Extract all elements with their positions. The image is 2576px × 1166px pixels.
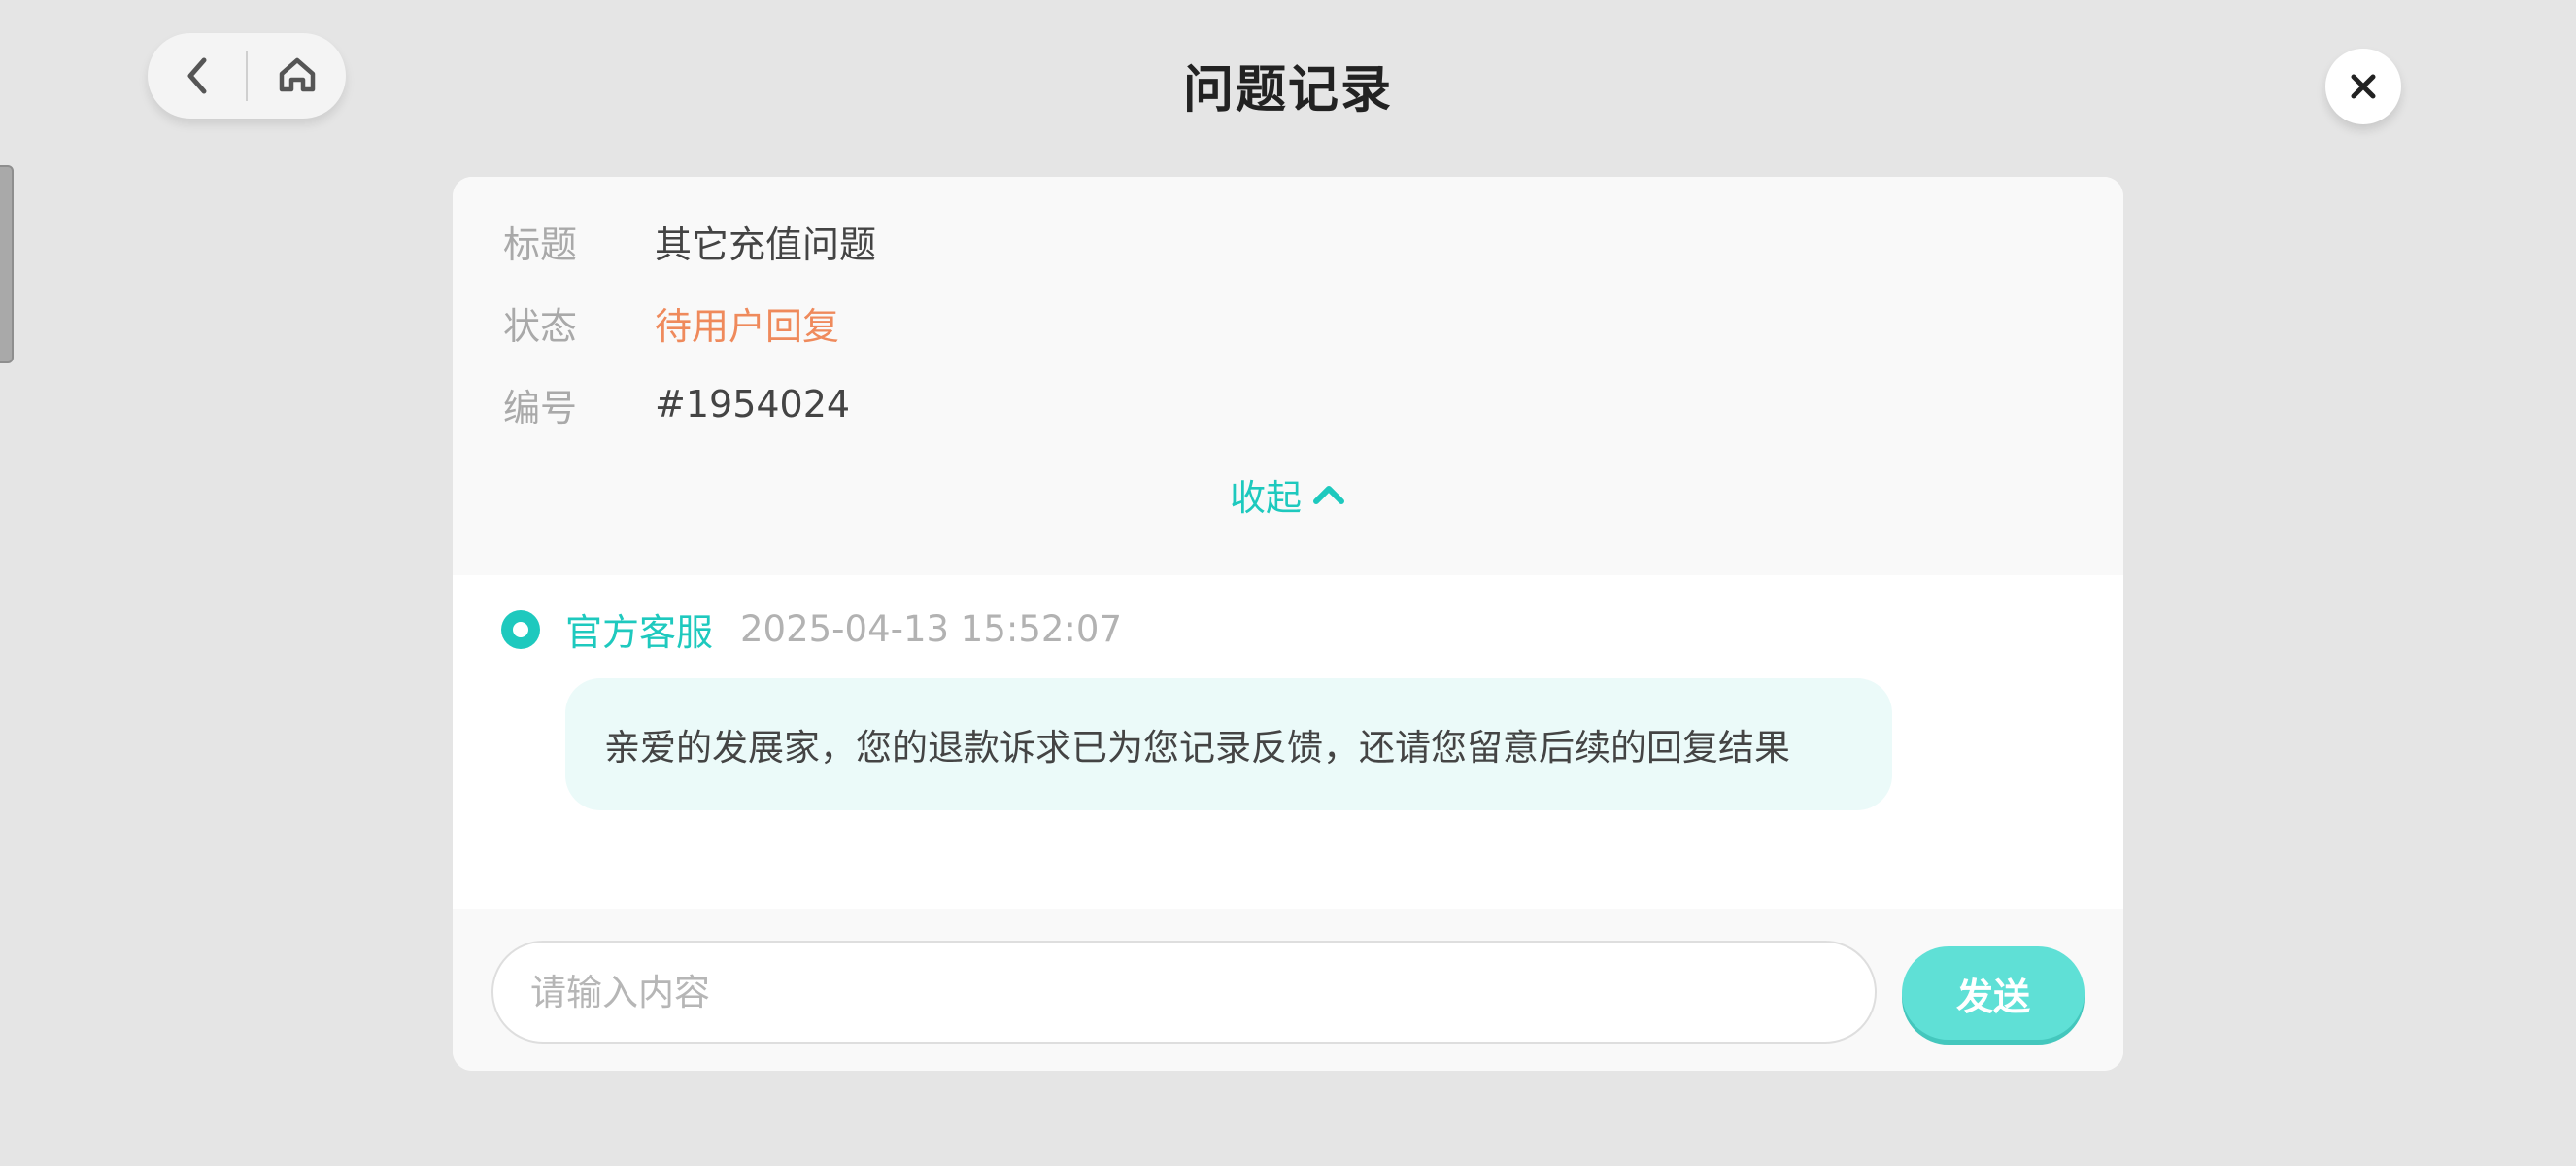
collapse-toggle[interactable]: 收起 bbox=[453, 468, 2123, 521]
info-row-number: 编号 #1954024 bbox=[503, 375, 850, 433]
issue-record-card: 标题 其它充值问题 状态 待用户回复 编号 #1954024 收起 官方客服 2… bbox=[453, 177, 2123, 1071]
message-sender: 官方客服 bbox=[565, 611, 714, 654]
collapse-label: 收起 bbox=[1230, 477, 1302, 519]
message-list: 官方客服 2025-04-13 15:52:07 亲爱的发展家，您的退款诉求已为… bbox=[453, 575, 2123, 909]
info-row-status: 状态 待用户回复 bbox=[503, 293, 839, 352]
message-bubble: 亲爱的发展家，您的退款诉求已为您记录反馈，还请您留意后续的回复结果 bbox=[565, 678, 1892, 810]
side-drawer-handle[interactable] bbox=[0, 165, 14, 363]
reply-input[interactable] bbox=[491, 941, 1877, 1044]
close-icon bbox=[2351, 74, 2376, 99]
message-header: 官方客服 2025-04-13 15:52:07 bbox=[501, 602, 1122, 656]
close-button[interactable] bbox=[2325, 49, 2401, 124]
title-label: 标题 bbox=[503, 223, 578, 266]
info-row-title: 标题 其它充值问题 bbox=[503, 212, 876, 270]
status-label: 状态 bbox=[503, 304, 578, 348]
title-value: 其它充值问题 bbox=[655, 223, 877, 266]
status-value: 待用户回复 bbox=[655, 304, 840, 348]
number-label: 编号 bbox=[503, 386, 578, 429]
reply-composer: 发送 bbox=[453, 909, 2123, 1071]
page-title: 问题记录 bbox=[1182, 61, 1393, 120]
message-timestamp: 2025-04-13 15:52:07 bbox=[740, 608, 1122, 650]
status-dot-icon bbox=[501, 609, 540, 649]
send-button[interactable]: 发送 bbox=[1902, 946, 2085, 1040]
issue-info-panel: 标题 其它充值问题 状态 待用户回复 编号 #1954024 收起 bbox=[453, 177, 2123, 575]
chevron-up-icon bbox=[1311, 482, 1346, 507]
number-value: #1954024 bbox=[655, 383, 851, 426]
